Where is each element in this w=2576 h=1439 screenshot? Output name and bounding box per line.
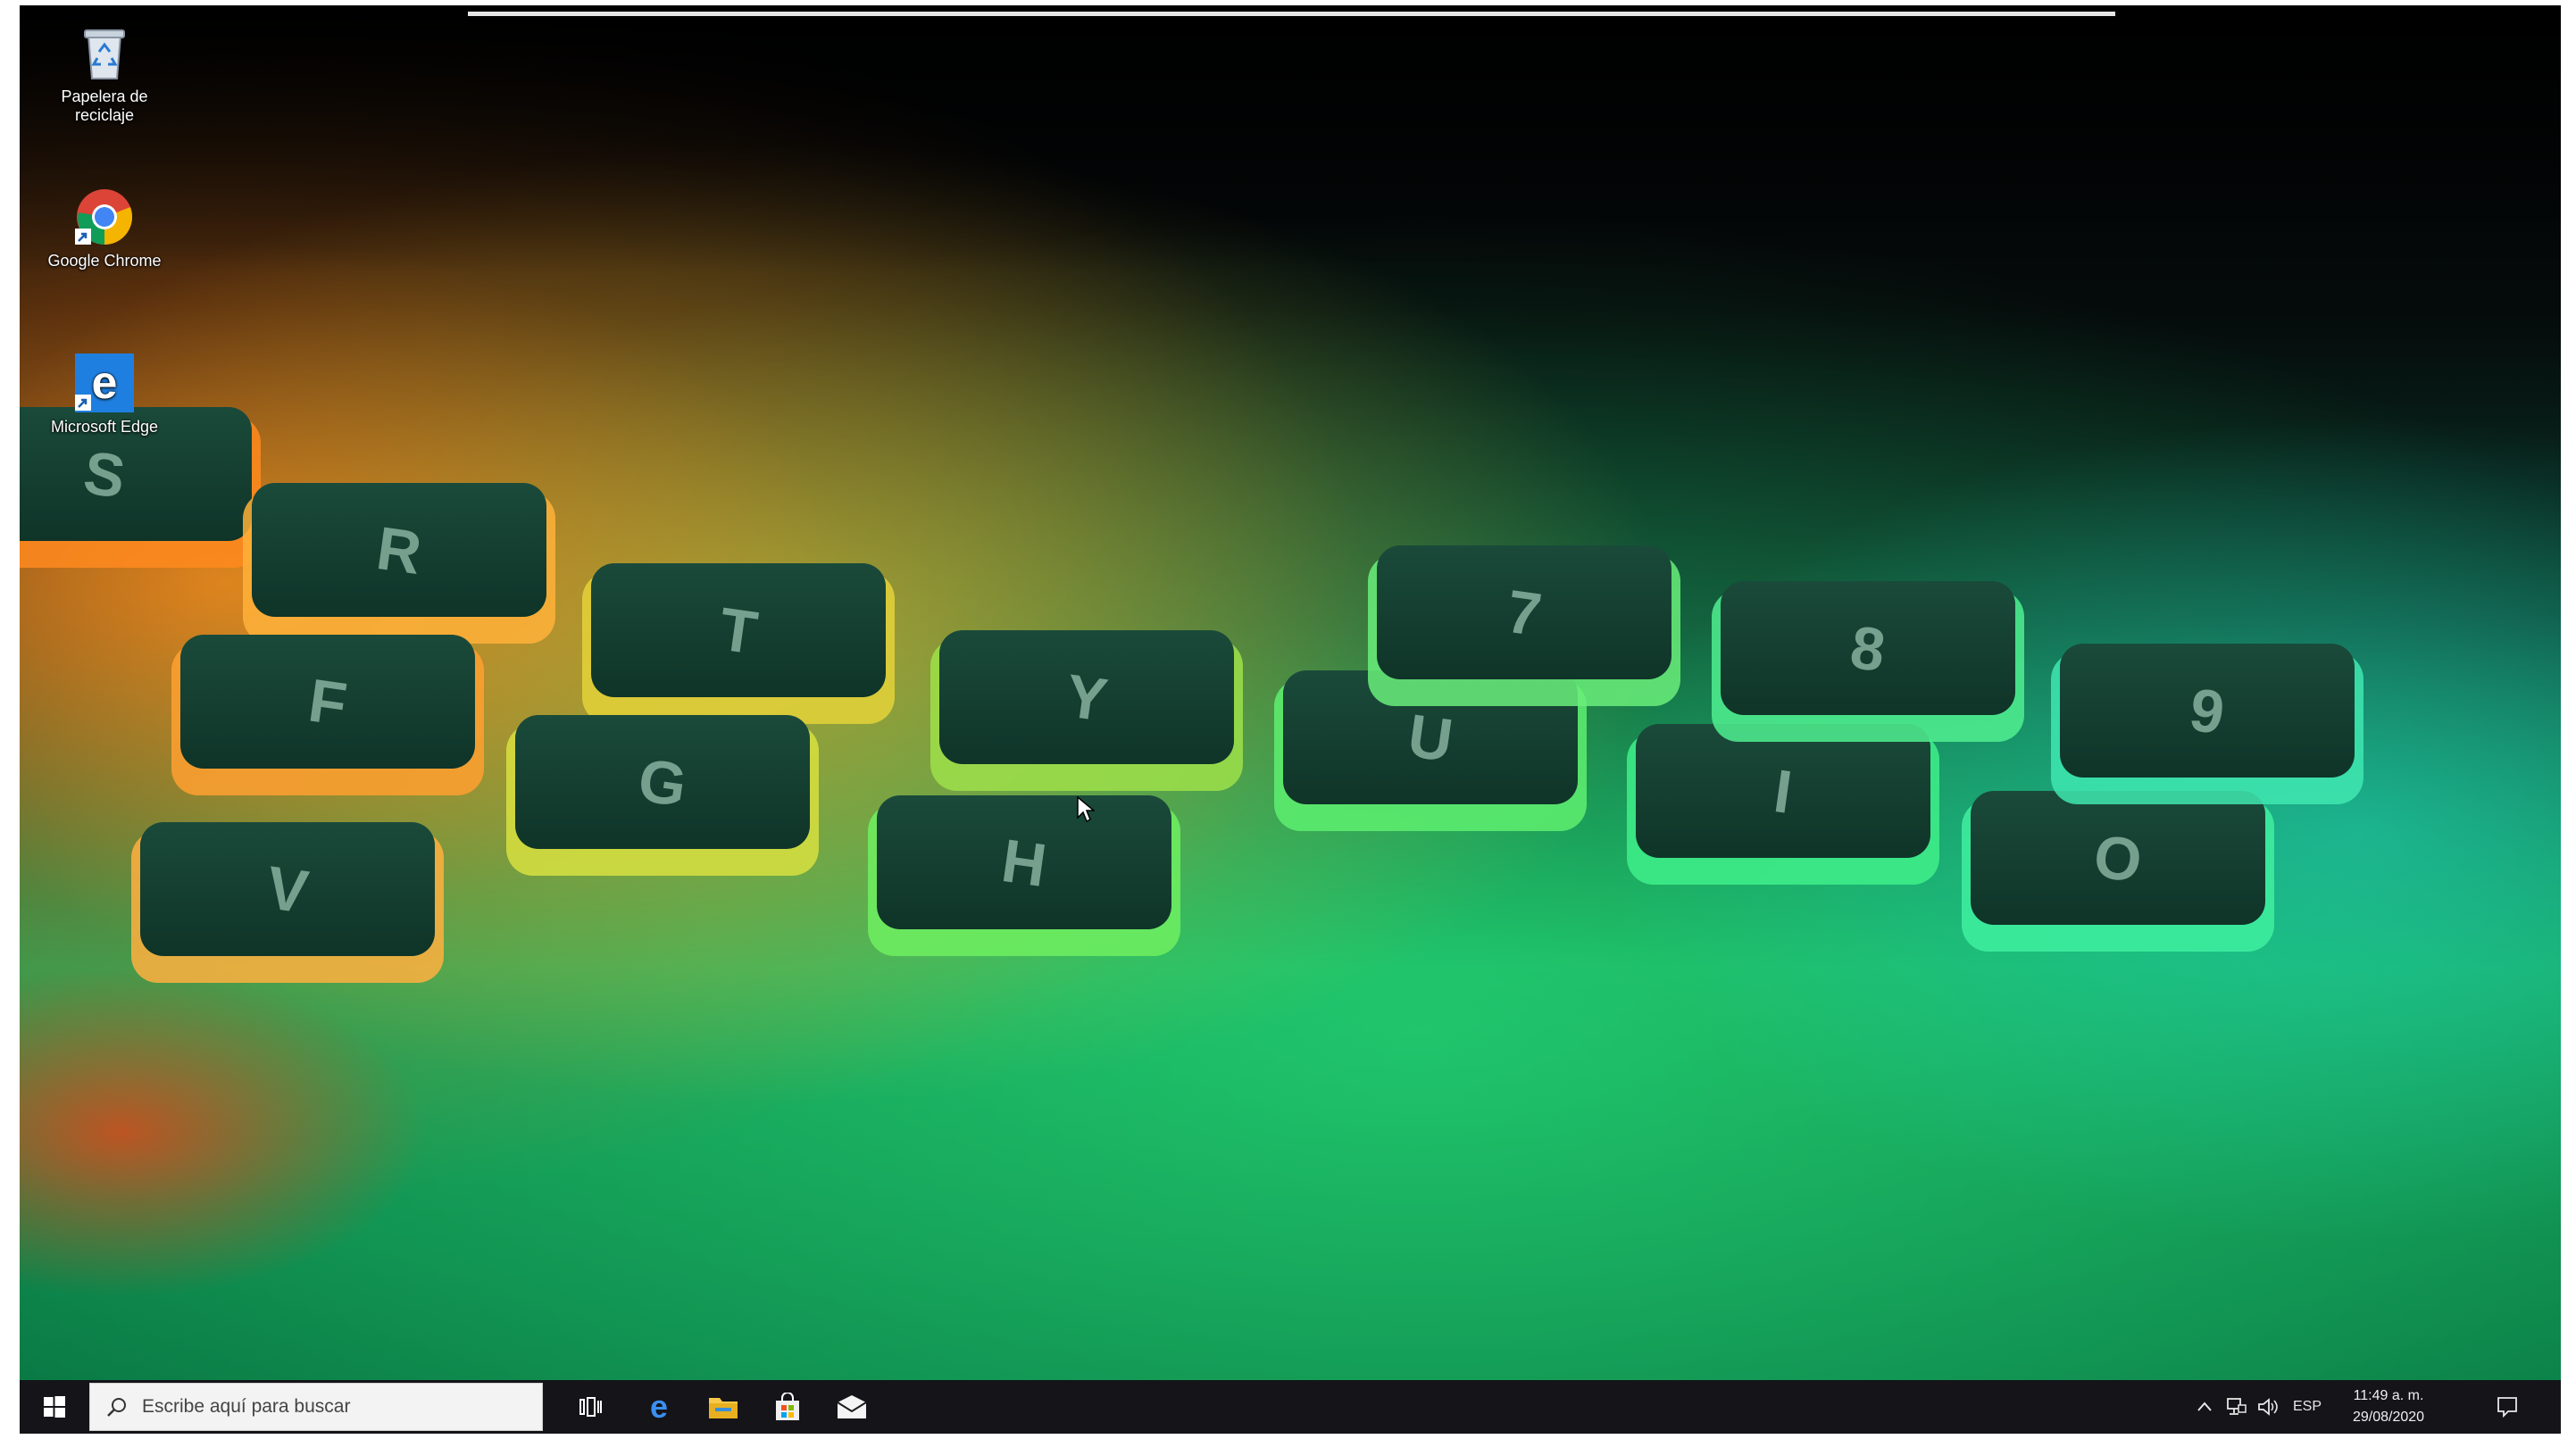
chevron-up-icon	[2197, 1402, 2212, 1411]
keycap-legend: H	[997, 827, 1050, 900]
svg-text:e: e	[92, 357, 118, 409]
taskbar-edge-button[interactable]: e	[627, 1380, 691, 1434]
keycap: V	[131, 822, 444, 983]
keycap-legend: R	[372, 514, 425, 587]
clock-time: 11:49 a. m.	[2353, 1388, 2424, 1403]
show-hidden-icons-button[interactable]	[2191, 1380, 2218, 1434]
search-icon	[106, 1396, 128, 1418]
keycap: 7	[1368, 545, 1680, 706]
task-view-icon	[579, 1397, 602, 1417]
keycap-legend: O	[2089, 822, 2146, 896]
language-label: ESP	[2292, 1399, 2322, 1414]
keycap: 9	[2051, 644, 2363, 804]
store-icon	[776, 1393, 799, 1420]
top-divider-line	[468, 12, 2115, 16]
keycap: H	[868, 795, 1180, 956]
action-center-button[interactable]	[2488, 1380, 2527, 1434]
keycap-legend: G	[634, 746, 690, 820]
keycap: O	[1962, 791, 2274, 952]
recycle-bin-icon	[84, 29, 125, 79]
search-box[interactable]	[89, 1383, 543, 1431]
svg-text:e: e	[650, 1393, 668, 1421]
keycap: T	[582, 563, 895, 724]
task-view-button[interactable]	[559, 1380, 623, 1434]
clock[interactable]: 11:49 a. m. 29/08/2020	[2336, 1385, 2441, 1428]
start-button[interactable]	[20, 1380, 89, 1434]
keycap: R	[243, 483, 555, 644]
edge-icon: e	[650, 1393, 668, 1421]
notification-icon	[2497, 1397, 2517, 1418]
taskbar: e	[20, 1380, 2561, 1434]
desktop-icon-recycle-bin[interactable]: Papelera de reciclaje	[38, 25, 171, 125]
keycap: G	[506, 715, 819, 876]
keycap: Y	[930, 630, 1243, 791]
desktop-icon-chrome[interactable]: Google Chrome	[38, 187, 171, 270]
desktop-screen: SRTYUIOFGHV789 Papelera de reciclaje Goo…	[20, 5, 2561, 1434]
speaker-icon	[2258, 1398, 2278, 1416]
windows-logo-icon	[44, 1396, 65, 1418]
taskbar-mail-button[interactable]	[820, 1380, 884, 1434]
file-explorer-icon	[709, 1398, 738, 1418]
chrome-icon	[75, 189, 133, 245]
keycap: 8	[1712, 581, 2024, 742]
desktop-icon-label: Microsoft Edge	[50, 418, 159, 436]
desktop-icon-label: Papelera de reciclaje	[61, 87, 148, 124]
desktop-icon-edge[interactable]: e Microsoft Edge	[38, 354, 171, 437]
wallpaper: SRTYUIOFGHV7 89	[20, 5, 2561, 1380]
taskbar-file-explorer-button[interactable]	[691, 1380, 755, 1434]
search-input[interactable]	[140, 1395, 542, 1418]
clock-date: 29/08/2020	[2352, 1410, 2425, 1425]
mail-icon	[837, 1395, 867, 1418]
network-button[interactable]	[2222, 1380, 2252, 1434]
system-tray: ESP 11:49 a. m. 29/08/2020	[2186, 1380, 2561, 1434]
desktop-icon-label: Google Chrome	[47, 252, 162, 270]
taskbar-store-button[interactable]	[755, 1380, 820, 1434]
network-icon	[2227, 1398, 2247, 1415]
mouse-cursor-icon	[1077, 796, 1095, 823]
keycap: F	[171, 635, 484, 795]
keycap: I	[1627, 724, 1939, 885]
language-indicator[interactable]: ESP	[2288, 1380, 2327, 1434]
keycap-legend: U	[1404, 702, 1456, 775]
volume-button[interactable]	[2254, 1380, 2284, 1434]
edge-icon: e	[75, 354, 134, 412]
